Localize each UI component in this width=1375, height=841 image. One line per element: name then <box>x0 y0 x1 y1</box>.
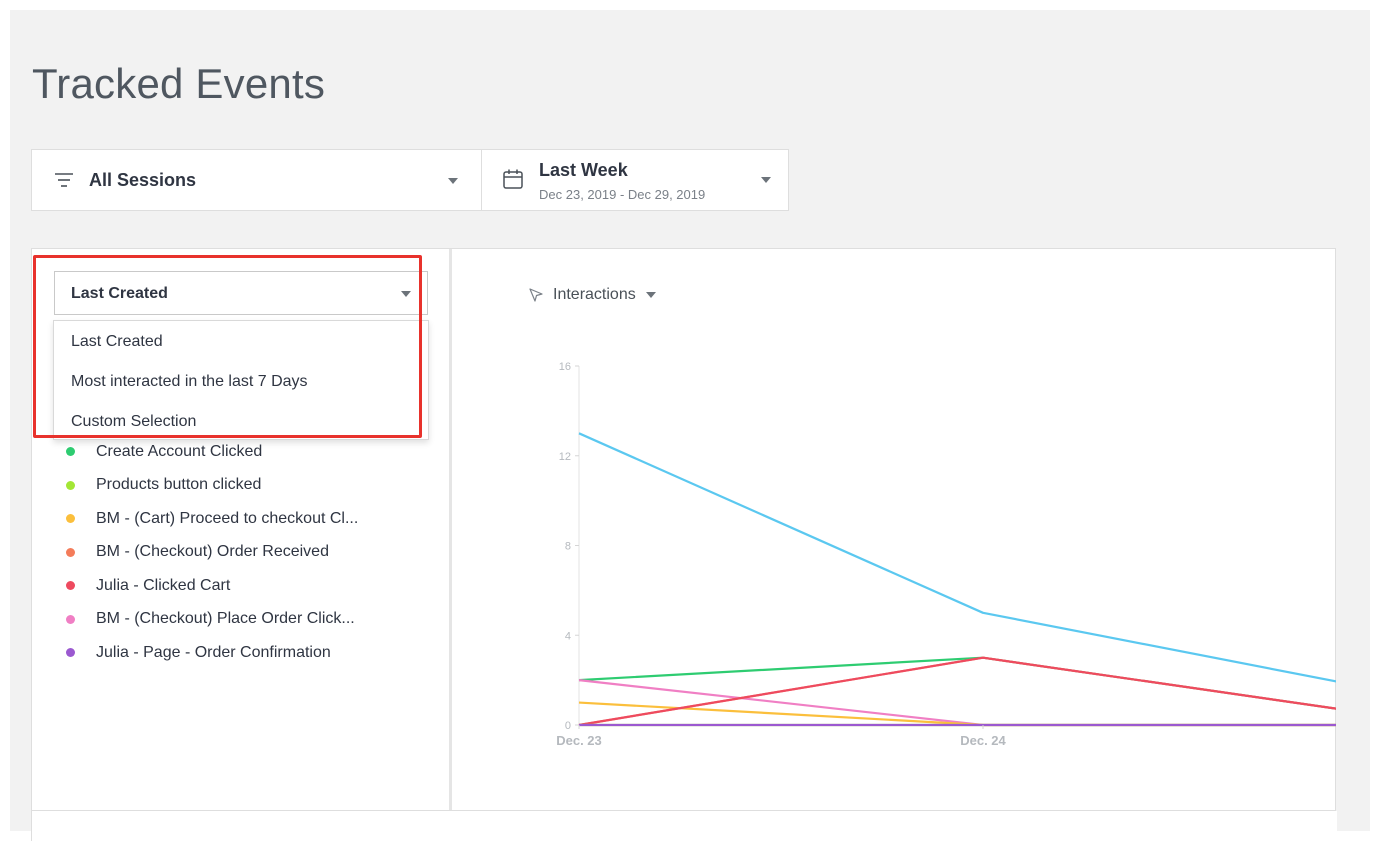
series-line <box>578 656 1336 710</box>
chevron-down-icon <box>761 177 771 183</box>
page-title: Tracked Events <box>32 60 326 107</box>
legend-color-dot <box>66 480 75 490</box>
legend-label: Julia - Clicked Cart <box>96 576 231 594</box>
filter-bar: All Sessions Last Week Dec 23, 2019 - De… <box>31 149 789 211</box>
legend-color-dot <box>66 648 75 658</box>
y-tick-label: 4 <box>565 630 571 642</box>
series-line <box>578 679 1336 727</box>
y-tick-label: 0 <box>565 720 571 732</box>
events-card: Create Account Clicked Products button cl… <box>31 248 1336 811</box>
events-list-panel: Create Account Clicked Products button cl… <box>32 249 452 810</box>
chevron-down-icon <box>448 178 458 184</box>
legend-color-dot <box>66 547 75 557</box>
sessions-filter-dropdown[interactable]: All Sessions <box>32 150 482 210</box>
legend-color-dot <box>66 581 75 591</box>
y-tick-label: 12 <box>559 451 571 463</box>
legend-label: BM - (Checkout) Order Received <box>96 543 329 561</box>
chevron-down-icon <box>401 291 411 297</box>
legend-item[interactable]: BM - (Checkout) Order Received <box>66 536 358 570</box>
legend-label: Products button clicked <box>96 476 262 494</box>
legend-label: Create Account Clicked <box>96 442 263 460</box>
date-range-dates: Dec 23, 2019 - Dec 29, 2019 <box>539 187 706 202</box>
legend-color-dot <box>66 514 75 524</box>
interactions-line-chart: 0 4 8 12 16 Dec. 23 Dec. 24 <box>556 361 1336 748</box>
sort-dropdown-menu: Last Created Most interacted in the last… <box>53 320 429 440</box>
sort-option-most-interacted[interactable]: Most interacted in the last 7 Days <box>71 373 308 391</box>
legend-label: BM - (Checkout) Place Order Click... <box>96 610 355 628</box>
series-line <box>578 432 1336 683</box>
sort-select-value: Last Created <box>71 285 168 302</box>
legend-item[interactable]: Julia - Page - Order Confirmation <box>66 636 358 670</box>
sort-select[interactable]: Last Created <box>54 271 428 315</box>
sort-option-last-created[interactable]: Last Created <box>71 333 163 351</box>
legend-item[interactable]: BM - (Checkout) Place Order Click... <box>66 603 358 637</box>
legend-color-dot <box>66 614 75 624</box>
sort-option-custom-selection[interactable]: Custom Selection <box>71 413 196 431</box>
x-tick-label: Dec. 24 <box>960 733 1006 748</box>
event-legend: Create Account Clicked Products button cl… <box>66 435 358 670</box>
series-line <box>578 656 1336 727</box>
calendar-icon <box>503 169 523 189</box>
x-tick-label: Dec. 23 <box>556 733 602 748</box>
date-range-dropdown[interactable]: Last Week Dec 23, 2019 - Dec 29, 2019 <box>482 150 788 210</box>
legend-item[interactable]: BM - (Cart) Proceed to checkout Cl... <box>66 502 358 536</box>
card-footer-edge <box>31 811 1337 841</box>
legend-label: BM - (Cart) Proceed to checkout Cl... <box>96 509 359 527</box>
legend-color-dot <box>66 447 75 457</box>
legend-item[interactable]: Products button clicked <box>66 469 358 503</box>
legend-item[interactable]: Create Account Clicked <box>66 435 358 469</box>
y-tick-label: 16 <box>559 361 571 373</box>
sessions-filter-label: All Sessions <box>89 170 197 190</box>
filter-icon <box>55 173 73 187</box>
date-range-label: Last Week <box>539 160 628 180</box>
page-background: Tracked Events All Sessions Last Week De… <box>10 10 1370 841</box>
legend-label: Julia - Page - Order Confirmation <box>96 643 331 661</box>
legend-item[interactable]: Julia - Clicked Cart <box>66 569 358 603</box>
y-tick-label: 8 <box>565 541 571 553</box>
